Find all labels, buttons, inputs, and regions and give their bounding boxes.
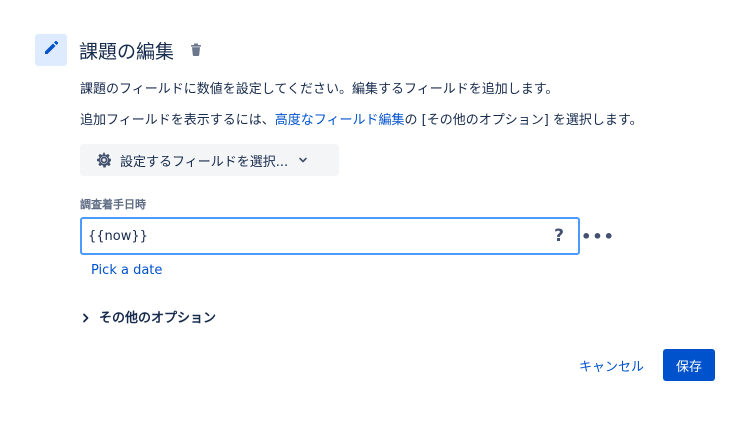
gear-icon — [94, 150, 114, 170]
more-options-toggle[interactable]: その他のオプション — [82, 307, 216, 326]
field-select-label: 設定するフィールドを選択... — [120, 154, 289, 170]
page-title: 課題の編集 — [79, 41, 175, 63]
save-button[interactable]: 保存 — [663, 349, 715, 381]
advanced-field-hint: 追加フィールドを表示するには、高度なフィールド編集の [その他のオプション] を… — [80, 109, 643, 128]
edit-issue-icon-badge — [35, 34, 67, 66]
advanced-field-editing-link[interactable]: 高度なフィールド編集 — [275, 113, 405, 128]
trash-icon — [190, 41, 202, 60]
description-text: 課題のフィールドに数値を設定してください。編集するフィールドを追加します。 — [80, 82, 559, 97]
delete-action[interactable] — [189, 42, 203, 58]
hint-prefix: 追加フィールドを表示するには、 — [80, 113, 275, 128]
hint-suffix: の [その他のオプション] を選択します。 — [404, 113, 643, 128]
pick-a-date-link[interactable]: Pick a date — [91, 263, 162, 278]
more-options-label: その他のオプション — [99, 311, 217, 326]
chevron-down-icon — [298, 155, 308, 165]
help-icon[interactable]: ? — [544, 226, 574, 246]
date-value-input[interactable] — [82, 218, 544, 254]
chevron-right-icon — [82, 313, 94, 323]
field-label: 調査着手日時 — [80, 198, 146, 211]
field-select-dropdown[interactable]: 設定するフィールドを選択... — [80, 144, 339, 176]
more-actions-icon[interactable]: ••• — [581, 225, 614, 247]
pencil-icon — [42, 39, 60, 61]
date-field-container: ? — [80, 217, 580, 255]
cancel-button[interactable]: キャンセル — [571, 349, 652, 381]
